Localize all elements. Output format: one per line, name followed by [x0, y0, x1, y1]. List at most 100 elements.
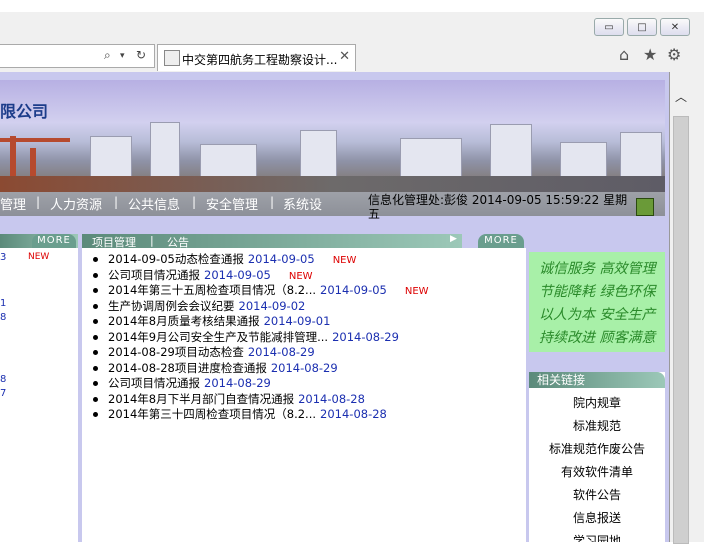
bullet-icon	[93, 303, 98, 309]
new-badge: NEW	[28, 252, 50, 262]
new-badge: NEW	[288, 270, 313, 282]
news-date: 2014-08-29	[270, 360, 338, 375]
vertical-scrollbar[interactable]: ︿	[670, 72, 704, 544]
arrow-right-icon: ▶	[450, 234, 457, 244]
news-date: 2014-09-01	[263, 314, 331, 328]
slogan-line: 诚信服务 高效管理	[539, 261, 656, 277]
news-title[interactable]: 2014年第三十五周检查项目情况（8.2...	[108, 283, 316, 297]
bullet-icon	[93, 334, 98, 340]
nav-item-management[interactable]: 管理	[0, 194, 26, 213]
slogan-line: 持续改进 顾客满意	[539, 330, 656, 346]
nav-item-system[interactable]: 系统设	[283, 194, 322, 213]
scrollbar-thumb[interactable]	[673, 116, 689, 544]
dropdown-icon[interactable]: ▾	[120, 51, 125, 61]
news-item[interactable]: 2014年第三十四周检查项目情况（8.2... 2014-08-28	[93, 407, 387, 421]
news-title[interactable]: 2014年8月下半月部门自查情况通报	[108, 392, 294, 406]
news-item[interactable]: 2014年9月公司安全生产及节能减排管理... 2014-08-29	[93, 329, 399, 344]
bullet-icon	[93, 272, 98, 278]
tab-separator: |	[150, 234, 154, 247]
logo-icon	[636, 198, 654, 216]
bullet-icon	[93, 396, 98, 402]
building-graphic	[150, 122, 180, 184]
related-link[interactable]: 信息报送	[529, 509, 665, 526]
news-item[interactable]: 2014年8月质量考核结果通报 2014-09-01	[93, 314, 331, 328]
news-title[interactable]: 2014年第三十四周检查项目情况（8.2...	[108, 407, 316, 421]
bullet-icon	[93, 288, 98, 293]
harbor-ground	[0, 176, 665, 192]
left-item-number[interactable]: 8	[0, 374, 6, 385]
home-icon[interactable]: ⌂	[619, 45, 629, 64]
news-date: 2014-08-29	[332, 329, 399, 344]
web-page: 限公司 管理 | 人力资源 | 公共信息 | 安全管理 | 系统设 信息化管理处…	[0, 72, 670, 542]
news-date: 2014-09-05	[320, 283, 387, 297]
news-item[interactable]: 2014年第三十五周检查项目情况（8.2... 2014-09-05 NEW	[93, 283, 429, 298]
news-item[interactable]: 2014-08-28项目进度检查通报 2014-08-29	[93, 360, 338, 375]
new-badge: NEW	[404, 286, 429, 297]
news-title[interactable]: 2014-08-29项目动态检查	[108, 345, 244, 359]
news-date: 2014-09-05	[247, 252, 315, 266]
maximize-icon[interactable]: □	[627, 18, 657, 36]
window-top-edge	[0, 0, 704, 12]
left-item-number[interactable]: 7	[0, 388, 6, 399]
bullet-icon	[93, 257, 98, 262]
related-links-header: 相关链接	[529, 372, 665, 388]
related-link[interactable]: 学习园地	[529, 532, 665, 542]
tab-close-icon[interactable]: ✕	[339, 49, 350, 64]
left-item-number[interactable]: 8	[0, 312, 6, 323]
slogan-line: 以人为本 安全生产	[539, 307, 656, 323]
news-date: 2014-08-29	[204, 376, 271, 390]
news-title[interactable]: 公司项目情况通报	[108, 268, 200, 282]
main-more-button[interactable]: MORE	[478, 234, 524, 248]
nav-separator: |	[36, 195, 41, 209]
browser-chrome: ▭ □ ✕ ⌕ ▾ ↻ 中交第四航务工程勘察设计... ✕ ⌂ ★ ⚙	[0, 0, 704, 73]
nav-separator: |	[270, 195, 275, 209]
news-item[interactable]: 2014-08-29项目动态检查 2014-08-29	[93, 345, 315, 359]
bullet-icon	[93, 365, 98, 371]
news-title[interactable]: 2014年8月质量考核结果通报	[108, 314, 260, 328]
search-icon[interactable]: ⌕	[104, 48, 111, 63]
address-bar[interactable]: ⌕ ▾ ↻	[0, 44, 155, 68]
news-item[interactable]: 生产协调周例会会议纪要 2014-09-02	[93, 298, 306, 313]
nav-item-public-info[interactable]: 公共信息	[128, 194, 180, 213]
related-link[interactable]: 有效软件清单	[529, 463, 665, 480]
refresh-icon[interactable]: ↻	[136, 48, 146, 62]
news-date: 2014-08-29	[247, 345, 315, 359]
header-banner: 限公司	[0, 80, 665, 192]
news-title[interactable]: 生产协调周例会会议纪要	[108, 299, 235, 313]
news-item[interactable]: 公司项目情况通报 2014-08-29	[93, 376, 271, 390]
news-title[interactable]: 2014-08-28项目进度检查通报	[108, 361, 267, 375]
gear-icon[interactable]: ⚙	[667, 45, 681, 64]
left-item-number[interactable]: 1	[0, 298, 6, 309]
news-date: 2014-08-28	[298, 391, 365, 406]
related-link[interactable]: 标准规范	[529, 417, 665, 434]
nav-separator: |	[114, 195, 119, 209]
news-item[interactable]: 公司项目情况通报 2014-09-05 NEW	[93, 268, 313, 283]
tab-title: 中交第四航务工程勘察设计...	[182, 53, 338, 67]
left-item-number[interactable]: 3	[0, 252, 6, 263]
main-nav-bar: 管理 | 人力资源 | 公共信息 | 安全管理 | 系统设 信息化管理处:彭俊 …	[0, 192, 665, 221]
news-item[interactable]: 2014-09-05动态检查通报 2014-09-05 NEW	[93, 252, 356, 267]
nav-item-hr[interactable]: 人力资源	[50, 194, 102, 213]
bullet-icon	[93, 319, 98, 324]
news-date: 2014-08-28	[320, 407, 387, 421]
related-link[interactable]: 软件公告	[529, 486, 665, 503]
news-title[interactable]: 2014-09-05动态检查通报	[108, 252, 244, 266]
news-date: 2014-09-02	[238, 298, 306, 313]
browser-tab[interactable]: 中交第四航务工程勘察设计... ✕	[157, 44, 356, 71]
related-link[interactable]: 院内规章	[529, 394, 665, 411]
close-icon[interactable]: ✕	[660, 18, 690, 36]
main-panel-header: 项目管理 | 公告 ▶	[82, 234, 462, 249]
left-more-button[interactable]: MORE	[32, 234, 76, 248]
bullet-icon	[93, 412, 98, 417]
related-link[interactable]: 标准规范作废公告	[529, 440, 665, 457]
star-icon[interactable]: ★	[643, 45, 657, 64]
nav-item-safety[interactable]: 安全管理	[206, 194, 258, 213]
news-title[interactable]: 公司项目情况通报	[108, 376, 200, 390]
user-info: 信息化管理处:彭俊 2014-09-05 15:59:22 星期五	[368, 193, 628, 221]
slogan-box: 诚信服务 高效管理 节能降耗 绿色环保 以人为本 安全生产 持续改进 顾客满意	[529, 252, 665, 352]
scroll-up-icon[interactable]: ︿	[675, 88, 687, 105]
related-links-title: 相关链接	[537, 373, 586, 387]
news-title[interactable]: 2014年9月公司安全生产及节能减排管理...	[108, 330, 328, 344]
minimize-icon[interactable]: ▭	[594, 18, 624, 36]
news-item[interactable]: 2014年8月下半月部门自查情况通报 2014-08-28	[93, 391, 365, 406]
